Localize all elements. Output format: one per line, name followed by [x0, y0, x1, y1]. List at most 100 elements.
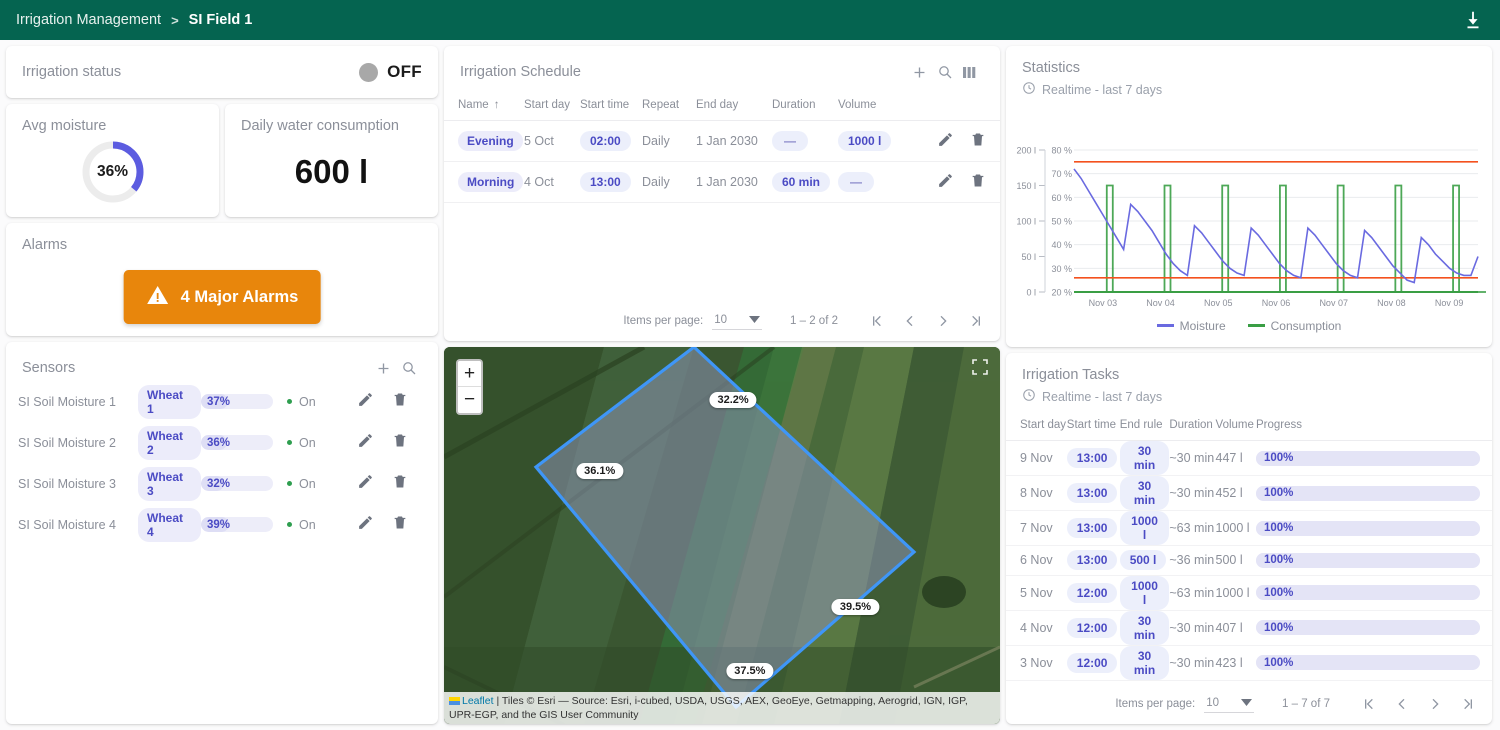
dashboard-grid: Irrigation status OFF Avg moisture [0, 40, 1500, 730]
prev-page-icon[interactable] [1385, 691, 1418, 717]
first-page-icon[interactable] [860, 308, 893, 334]
edit-icon[interactable] [357, 391, 374, 413]
left-column: Irrigation status OFF Avg moisture [6, 46, 438, 724]
search-icon[interactable] [932, 59, 958, 85]
delete-icon[interactable] [970, 137, 986, 151]
items-per-page-label: Items per page: [1115, 698, 1195, 710]
major-alarms-button[interactable]: 4 Major Alarms [124, 270, 321, 324]
sensor-row: SI Soil Moisture 2Wheat 236%On [6, 422, 438, 463]
sensors-list: SI Soil Moisture 1Wheat 137%OnSI Soil Mo… [6, 381, 438, 545]
schedule-column-header[interactable]: End day [696, 85, 772, 121]
task-duration: ~30 min [1169, 441, 1215, 476]
schedule-paginator: Items per page: 10 1 – 2 of 2 [623, 308, 992, 334]
task-end-rule: 30 min [1120, 646, 1170, 680]
last-page-icon[interactable] [959, 308, 992, 334]
next-page-icon[interactable] [926, 308, 959, 334]
table-row[interactable]: 6 Nov13:00500 l~36 min500 l100% [1006, 546, 1492, 576]
sensor-crop-cell: Wheat 3 [138, 467, 201, 501]
chart-x-axis-tick: Nov 05 [1204, 298, 1233, 308]
schedule-column-header[interactable]: Name↑ [444, 85, 524, 121]
irrigation-status-value-group[interactable]: OFF [359, 62, 422, 82]
tasks-column-header[interactable]: Duration [1169, 405, 1215, 441]
table-row[interactable]: 4 Nov12:0030 min~30 min407 l100% [1006, 610, 1492, 645]
leaflet-link[interactable]: Leaflet [462, 695, 494, 707]
schedule-start-time: 02:00 [580, 131, 631, 151]
schedule-column-header[interactable]: Start time [580, 85, 642, 121]
delete-icon[interactable] [392, 473, 408, 495]
schedule-column-header[interactable]: Repeat [642, 85, 696, 121]
map-moisture-label: 37.5% [726, 663, 773, 679]
sensor-row: SI Soil Moisture 1Wheat 137%On [6, 381, 438, 422]
fullscreen-icon[interactable] [972, 359, 988, 375]
map-zoom-out-button[interactable]: − [458, 387, 481, 413]
sensor-crop-cell: Wheat 4 [138, 508, 201, 542]
task-progress-label: 100% [1264, 655, 1293, 670]
tasks-column-header[interactable]: Start time [1067, 405, 1120, 441]
sensor-crop-chip: Wheat 4 [138, 508, 201, 542]
task-volume: 500 l [1216, 546, 1256, 576]
top-header-bar: Irrigation Management > SI Field 1 [0, 0, 1500, 40]
irrigation-status-label: Irrigation status [22, 64, 359, 80]
plus-icon[interactable] [370, 355, 396, 381]
columns-icon[interactable] [958, 59, 984, 85]
map-zoom-in-button[interactable]: + [458, 361, 481, 387]
task-start-time: 13:00 [1067, 518, 1118, 538]
statistics-title: Statistics [1006, 46, 1492, 76]
edit-icon[interactable] [937, 137, 954, 151]
next-page-icon[interactable] [1418, 691, 1451, 717]
table-row[interactable]: 5 Nov12:001000 l~63 min1000 l100% [1006, 575, 1492, 610]
task-start-time: 13:00 [1067, 448, 1118, 468]
table-row[interactable]: 7 Nov13:001000 l~63 min1000 l100% [1006, 511, 1492, 546]
sensor-state-label: On [299, 477, 316, 491]
schedule-volume: 1000 l [838, 131, 891, 151]
chart-legend: MoistureConsumption [1006, 319, 1492, 333]
map-moisture-label: 32.2% [710, 392, 757, 408]
status-dot-icon [287, 440, 292, 445]
chart-left-axis-tick: 200 l [1016, 146, 1036, 156]
schedule-column-header[interactable]: Start day [524, 85, 580, 121]
table-row[interactable]: Evening5 Oct02:00Daily1 Jan 2030—1000 l [444, 121, 1000, 162]
breadcrumb-root[interactable]: Irrigation Management [16, 12, 161, 28]
tasks-column-header[interactable]: Start day [1006, 405, 1067, 441]
sensor-value-cell: 37% [201, 394, 273, 409]
download-icon[interactable] [1462, 9, 1484, 31]
delete-icon[interactable] [392, 514, 408, 536]
map-zoom-controls[interactable]: + − [456, 359, 483, 415]
last-page-icon[interactable] [1451, 691, 1484, 717]
tasks-column-header[interactable]: Progress [1256, 405, 1492, 441]
table-row[interactable]: Morning4 Oct13:00Daily1 Jan 203060 min— [444, 162, 1000, 203]
tasks-column-header[interactable]: End rule [1120, 405, 1170, 441]
task-end-rule: 500 l [1120, 550, 1167, 570]
first-page-icon[interactable] [1352, 691, 1385, 717]
task-progress-label: 100% [1264, 620, 1293, 635]
items-per-page-select[interactable]: 10 [712, 312, 762, 330]
task-progress-bar: 100% [1256, 553, 1480, 568]
edit-icon[interactable] [937, 178, 954, 192]
schedule-column-header[interactable]: Volume [838, 85, 916, 121]
table-row[interactable]: 3 Nov12:0030 min~30 min423 l100% [1006, 645, 1492, 680]
sensor-value-cell: 36% [201, 435, 273, 450]
sort-arrow-icon: ↑ [494, 99, 500, 111]
edit-icon[interactable] [357, 514, 374, 536]
prev-page-icon[interactable] [893, 308, 926, 334]
delete-icon[interactable] [392, 432, 408, 454]
delete-icon[interactable] [392, 391, 408, 413]
delete-icon[interactable] [970, 178, 986, 192]
tasks-column-header[interactable]: Volume [1216, 405, 1256, 441]
task-progress-label: 100% [1264, 585, 1293, 600]
search-icon[interactable] [396, 355, 422, 381]
items-per-page-select[interactable]: 10 [1204, 695, 1254, 713]
chart-legend-label: Moisture [1180, 319, 1226, 333]
tasks-header-row: Start dayStart timeEnd ruleDurationVolum… [1006, 405, 1492, 441]
field-map-card[interactable]: + − 32.2%36.1%39.5%37.5% Leaflet | Tiles… [444, 347, 1000, 724]
table-row[interactable]: 8 Nov13:0030 min~30 min452 l100% [1006, 476, 1492, 511]
daily-water-value: 600 l [225, 136, 438, 208]
schedule-column-header[interactable]: Duration [772, 85, 838, 121]
edit-icon[interactable] [357, 432, 374, 454]
plus-icon[interactable] [906, 59, 932, 85]
edit-icon[interactable] [357, 473, 374, 495]
table-row[interactable]: 9 Nov13:0030 min~30 min447 l100% [1006, 441, 1492, 476]
task-progress-label: 100% [1264, 521, 1293, 536]
avg-moisture-card: Avg moisture 36% [6, 104, 219, 217]
page-range-label: 1 – 7 of 7 [1282, 698, 1330, 710]
